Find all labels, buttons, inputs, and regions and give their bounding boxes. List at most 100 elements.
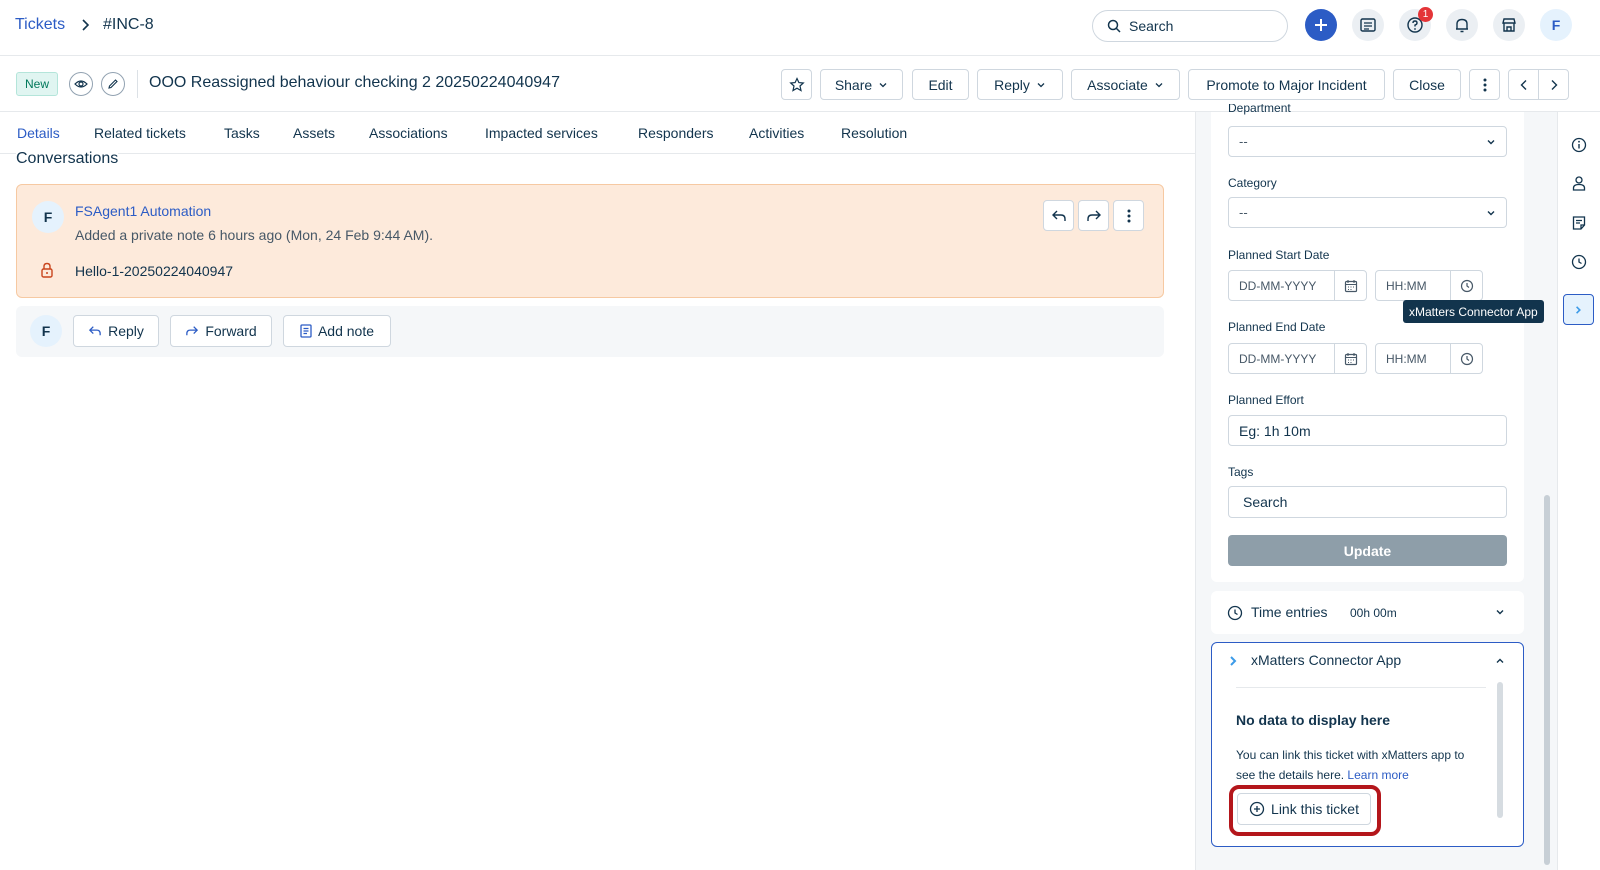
conversation-forward-button[interactable]: Forward [170,315,272,347]
xmatters-tooltip-text: xMatters Connector App [1409,304,1538,319]
reply-arrow-icon [88,325,102,337]
associate-button[interactable]: Associate [1071,69,1180,100]
xmatters-logo-icon [1229,655,1239,667]
tab-responders[interactable]: Responders [638,125,714,141]
reply-bar-avatar: F [30,315,62,347]
planned-start-date-input[interactable]: DD-MM-YYYY [1228,270,1367,301]
planned-start-date-placeholder: DD-MM-YYYY [1239,278,1317,293]
note-author-link[interactable]: FSAgent1 Automation [75,203,211,219]
breadcrumb-chevron-icon [80,18,90,32]
global-search[interactable]: Search [1092,10,1288,42]
header-divider [137,70,138,98]
new-plus-button[interactable] [1305,9,1337,41]
more-actions-button[interactable] [1469,69,1500,100]
note-reply-button[interactable] [1043,200,1074,231]
tab-resolution[interactable]: Resolution [841,125,907,141]
chevron-up-icon[interactable] [1495,656,1505,666]
marketplace-button[interactable] [1493,9,1525,41]
reply-arrow-icon [1051,209,1067,223]
notes-icon[interactable] [1571,215,1587,231]
category-label: Category [1228,176,1277,190]
planned-effort-input[interactable]: Eg: 1h 10m [1228,415,1507,446]
xmatters-scrollbar[interactable] [1497,682,1503,818]
properties-scrollbar[interactable] [1544,495,1550,865]
note-author-avatar: F [32,201,64,233]
edit-button[interactable]: Edit [912,69,969,100]
eye-icon [74,77,88,91]
conversation-reply-label: Reply [108,323,144,339]
conversations-heading: Conversations [16,150,119,168]
reply-dropdown-button[interactable]: Reply [977,69,1063,100]
xmatters-empty-title: No data to display here [1236,712,1391,728]
info-icon[interactable] [1571,137,1587,153]
department-select[interactable]: -- [1228,126,1507,157]
chevron-down-icon [1036,80,1046,90]
planned-end-date-input[interactable]: DD-MM-YYYY [1228,343,1367,374]
close-ticket-button[interactable]: Close [1393,69,1461,100]
planned-effort-placeholder: Eg: 1h 10m [1239,422,1311,439]
chevron-down-icon [878,80,888,90]
tab-activities[interactable]: Activities [749,125,804,141]
timer-icon[interactable] [1571,254,1587,270]
conversation-reply-button[interactable]: Reply [73,315,159,347]
category-select[interactable]: -- [1228,197,1507,228]
tab-related-tickets[interactable]: Related tickets [94,125,186,141]
share-label: Share [834,76,873,93]
breadcrumb-tickets[interactable]: Tickets [15,16,65,34]
star-icon [788,76,805,93]
note-forward-button[interactable] [1078,200,1109,231]
clock-icon [1450,344,1482,373]
department-value: -- [1239,134,1248,149]
note-more-button[interactable] [1113,200,1144,231]
avatar-initial: F [1551,17,1561,33]
favorite-button[interactable] [781,69,812,100]
tab-associations[interactable]: Associations [369,125,448,141]
conversation-forward-label: Forward [205,323,257,339]
promote-major-incident-button[interactable]: Promote to Major Incident [1188,69,1385,100]
tab-tasks[interactable]: Tasks [224,125,260,141]
update-label: Update [1343,542,1392,559]
planned-start-time-input[interactable]: HH:MM [1375,270,1483,301]
ticket-title: OOO Reassigned behaviour checking 2 2025… [149,74,560,91]
pencil-icon [107,78,119,90]
planned-end-time-placeholder: HH:MM [1386,351,1427,366]
contact-icon[interactable] [1571,175,1587,191]
tab-assets[interactable]: Assets [293,125,335,141]
plus-circle-icon [1249,801,1265,817]
link-this-ticket-label: Link this ticket [1271,801,1359,817]
search-placeholder: Search [1129,18,1174,34]
xmatters-app-rail-button[interactable] [1563,294,1594,325]
watch-button[interactable] [69,72,93,96]
clock-icon [1450,271,1482,300]
user-avatar[interactable]: F [1540,9,1572,41]
note-meta: Added a private note 6 hours ago (Mon, 2… [75,227,433,243]
next-ticket-button[interactable] [1538,69,1569,100]
department-label: Department [1228,104,1291,115]
previous-ticket-button[interactable] [1508,69,1539,100]
notifications-button[interactable] [1446,9,1478,41]
learn-more-link[interactable]: Learn more [1347,768,1408,782]
associate-label: Associate [1087,76,1148,93]
time-entries-value: 00h 00m [1350,606,1397,620]
link-this-ticket-button[interactable]: Link this ticket [1237,793,1371,825]
planned-end-label: Planned End Date [1228,320,1326,334]
chevron-down-icon[interactable] [1495,607,1505,617]
add-note-button[interactable]: Add note [283,315,391,347]
share-button[interactable]: Share [820,69,903,100]
tab-impacted-services[interactable]: Impacted services [485,125,598,141]
service-catalog-button[interactable] [1352,9,1384,41]
forward-arrow-icon [1086,209,1102,223]
chevron-right-icon [1549,79,1559,91]
planned-end-time-input[interactable]: HH:MM [1375,343,1483,374]
reply-bar-avatar-initial: F [41,323,51,339]
update-button[interactable]: Update [1228,535,1507,566]
tags-input[interactable]: Search [1228,486,1507,518]
store-icon [1500,16,1518,34]
clock-icon [1227,605,1243,621]
planned-end-date-placeholder: DD-MM-YYYY [1239,351,1317,366]
search-icon [1107,19,1121,33]
edit-title-button[interactable] [101,72,125,96]
chevron-down-icon [1486,137,1496,147]
tags-placeholder: Search [1243,494,1288,510]
tab-details[interactable]: Details [17,125,60,141]
